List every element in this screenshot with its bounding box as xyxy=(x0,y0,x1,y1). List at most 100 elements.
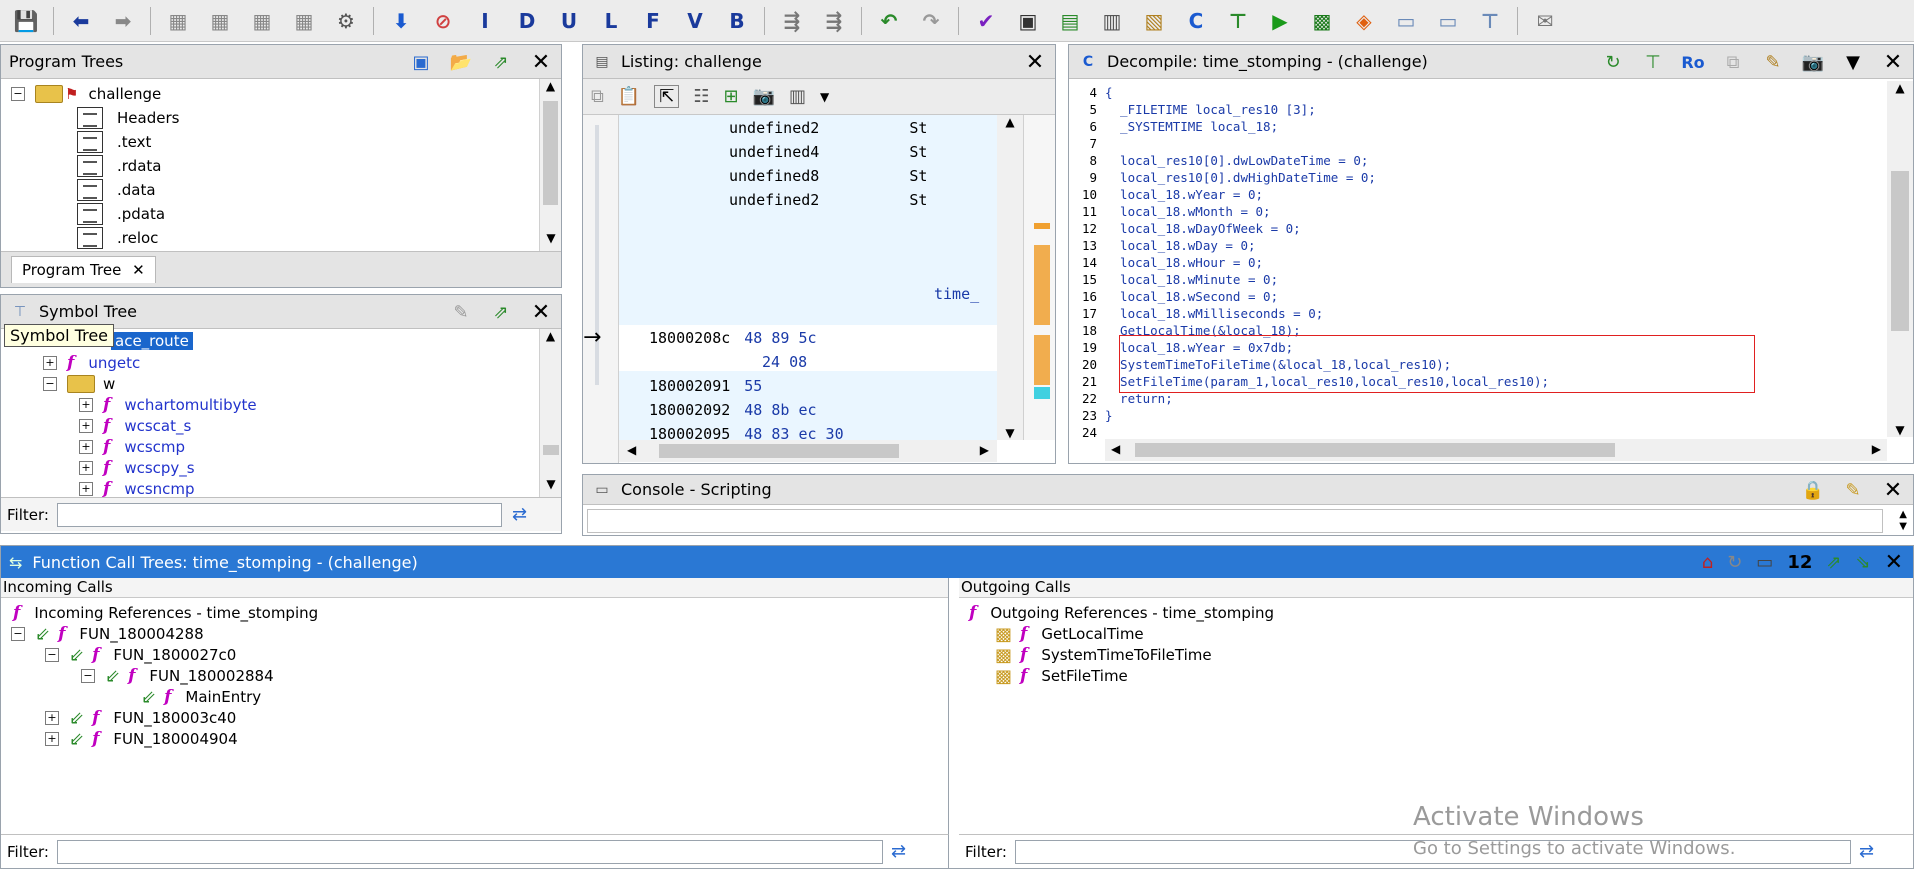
copy-icon[interactable]: ⧉ xyxy=(591,86,604,107)
expand-icon[interactable]: + xyxy=(45,711,59,725)
code-text[interactable]: } xyxy=(1105,408,1113,425)
copy-icon[interactable]: ⧉ xyxy=(1719,49,1747,75)
down-arrow-icon[interactable]: ⬇ xyxy=(381,4,421,38)
function-button[interactable]: F xyxy=(633,4,673,38)
variable-button[interactable]: V xyxy=(675,4,715,38)
incoming-item[interactable]: + ⇙ f FUN_180004904 xyxy=(45,728,238,750)
outgoing-item[interactable]: ▩ f SetFileTime xyxy=(995,665,1128,687)
code-text[interactable]: local_res10[0].dwLowDateTime = 0; xyxy=(1105,153,1368,170)
tree-item-wcscmp[interactable]: + f wcscmp xyxy=(79,436,185,458)
chat-icon[interactable]: ✉ xyxy=(1525,4,1565,38)
diamond-icon[interactable]: ◈ xyxy=(1344,4,1384,38)
refresh-icon[interactable]: ↻ xyxy=(1727,552,1742,573)
no-entry-icon[interactable]: ⊘ xyxy=(423,4,463,38)
expand-icon[interactable]: + xyxy=(79,419,93,433)
diff-icon[interactable]: ⊞ xyxy=(724,86,739,107)
close-icon[interactable]: ✕ xyxy=(1021,49,1049,75)
graph-icon[interactable]: ⊤ xyxy=(1639,49,1667,75)
scroll-up-icon[interactable]: ▲ xyxy=(997,115,1023,129)
navigate-icon[interactable]: ▦ xyxy=(242,4,282,38)
scroll-thumb[interactable] xyxy=(1135,443,1615,457)
vertical-scrollbar[interactable]: ▲ ▼ xyxy=(1887,81,1913,437)
scroll-down-icon[interactable]: ▼ xyxy=(540,231,561,251)
settings-icon[interactable]: ⚙ xyxy=(326,4,366,38)
scroll-up-icon[interactable]: ▲ xyxy=(540,79,561,99)
scroll-up-icon[interactable]: ▲ xyxy=(1887,81,1913,95)
tree-item-w[interactable]: − w xyxy=(43,373,115,395)
label-button[interactable]: L xyxy=(591,4,631,38)
snapshot-icon[interactable]: 📷 xyxy=(1799,49,1827,75)
refresh-icon[interactable]: ↻ xyxy=(1599,49,1627,75)
expand-icon[interactable]: + xyxy=(45,732,59,746)
tree-item-ungetc[interactable]: + f ungetc xyxy=(43,352,140,374)
expand-icon[interactable]: + xyxy=(79,440,93,454)
instruction-button[interactable]: I xyxy=(465,4,505,38)
navigate-icon[interactable]: ▦ xyxy=(284,4,324,38)
outgoing-item[interactable]: ▩ f SystemTimeToFileTime xyxy=(995,644,1212,666)
tree-item-rdata[interactable]: .rdata xyxy=(77,155,161,177)
symbol-filter-input[interactable] xyxy=(56,502,502,527)
home-icon[interactable]: ⌂ xyxy=(1702,552,1713,573)
close-icon[interactable]: ✕ xyxy=(527,49,555,75)
vertical-scrollbar[interactable]: ▲ ▼ xyxy=(539,329,561,497)
horizontal-scrollbar[interactable]: ◀ ▶ xyxy=(1105,439,1887,461)
expand-icon[interactable]: + xyxy=(79,482,93,496)
code-text[interactable]: _SYSTEMTIME local_18; xyxy=(1105,119,1278,136)
lock-icon[interactable]: 🔒 xyxy=(1799,477,1827,503)
tree-item-wchartomultibyte[interactable]: + f wchartomultibyte xyxy=(79,394,257,416)
merge-icon[interactable]: ⇶ xyxy=(772,4,812,38)
forward-arrow-icon[interactable]: ➡ xyxy=(103,4,143,38)
scroll-down-icon[interactable]: ▼ xyxy=(540,477,561,497)
tree-item-pdata[interactable]: .pdata xyxy=(77,203,165,225)
clear-icon[interactable]: ✎ xyxy=(1839,477,1867,503)
scroll-thumb[interactable] xyxy=(543,445,559,455)
chevron-down-icon[interactable]: ▼ xyxy=(820,90,829,104)
table-icon[interactable]: ▥ xyxy=(1092,4,1132,38)
snapshot-icon[interactable]: 📷 xyxy=(753,86,775,107)
collapse-icon[interactable]: − xyxy=(81,669,95,683)
code-text[interactable]: return; xyxy=(1105,391,1173,408)
collapse-icon[interactable]: − xyxy=(11,627,25,641)
memory-icon[interactable]: ▩ xyxy=(1302,4,1342,38)
save-icon[interactable]: 💾 xyxy=(6,4,46,38)
tree-item-wcsncmp[interactable]: + f wcsncmp xyxy=(79,478,195,500)
collapse-icon[interactable]: − xyxy=(11,87,25,101)
tab-program-tree[interactable]: Program Tree ✕ xyxy=(11,256,156,283)
checkmark-icon[interactable]: ✔ xyxy=(966,4,1006,38)
code-text[interactable]: _FILETIME local_res10 [3]; xyxy=(1105,102,1316,119)
cursor-icon[interactable]: ⇱ xyxy=(654,85,680,108)
incoming-item[interactable]: − ⇙ f FUN_180004288 xyxy=(11,623,204,645)
vertical-scrollbar[interactable]: ▲ ▼ xyxy=(997,115,1023,440)
code-text[interactable]: local_18.wMinute = 0; xyxy=(1105,272,1278,289)
edit-icon[interactable]: ✎ xyxy=(447,299,475,325)
field-edit-icon[interactable]: ☷ xyxy=(693,86,709,107)
filter-options-icon[interactable]: ⇄ xyxy=(512,504,527,525)
merge-icon[interactable]: ⇶ xyxy=(814,4,854,38)
open-folder-icon[interactable]: 📂 xyxy=(447,49,475,75)
window-icon[interactable]: ▭ xyxy=(1428,4,1468,38)
incoming-item[interactable]: + ⇙ f FUN_180003c40 xyxy=(45,707,236,729)
scroll-right-icon[interactable]: ▶ xyxy=(1872,442,1881,456)
incoming-root[interactable]: f Incoming References - time_stomping xyxy=(13,602,318,624)
code-text[interactable]: local_18.wDay = 0; xyxy=(1105,238,1255,255)
horizontal-scrollbar[interactable]: ◀ ▶ xyxy=(619,440,997,462)
tree-icon[interactable]: ⊤ xyxy=(1470,4,1510,38)
filter-thunks-icon[interactable]: ⇘ xyxy=(1855,552,1870,573)
back-arrow-icon[interactable]: ⬅ xyxy=(61,4,101,38)
close-tab-icon[interactable]: ✕ xyxy=(132,261,145,279)
call-graph-icon[interactable]: ⊤ xyxy=(1218,4,1258,38)
code-text[interactable]: local_18.wYear = 0; xyxy=(1105,187,1263,204)
new-tree-icon[interactable]: ▣ xyxy=(407,49,435,75)
close-icon[interactable]: ✕ xyxy=(1879,49,1907,75)
code-text[interactable]: local_18.wDayOfWeek = 0; xyxy=(1105,221,1301,238)
tree-item-text[interactable]: .text xyxy=(77,131,151,153)
code-text[interactable]: local_18.wMilliseconds = 0; xyxy=(1105,306,1323,323)
window-icon[interactable]: ▭ xyxy=(1386,4,1426,38)
close-icon[interactable]: ✕ xyxy=(1885,550,1903,575)
console-spinner[interactable]: ▲ ▼ xyxy=(1899,509,1907,533)
expand-icon[interactable]: + xyxy=(43,356,57,370)
incoming-item[interactable]: − ⇙ f FUN_180002884 xyxy=(81,665,274,687)
navigate-icon[interactable]: ▦ xyxy=(158,4,198,38)
tree-item-data[interactable]: .data xyxy=(77,179,156,201)
outgoing-root[interactable]: f Outgoing References - time_stomping xyxy=(969,602,1274,624)
